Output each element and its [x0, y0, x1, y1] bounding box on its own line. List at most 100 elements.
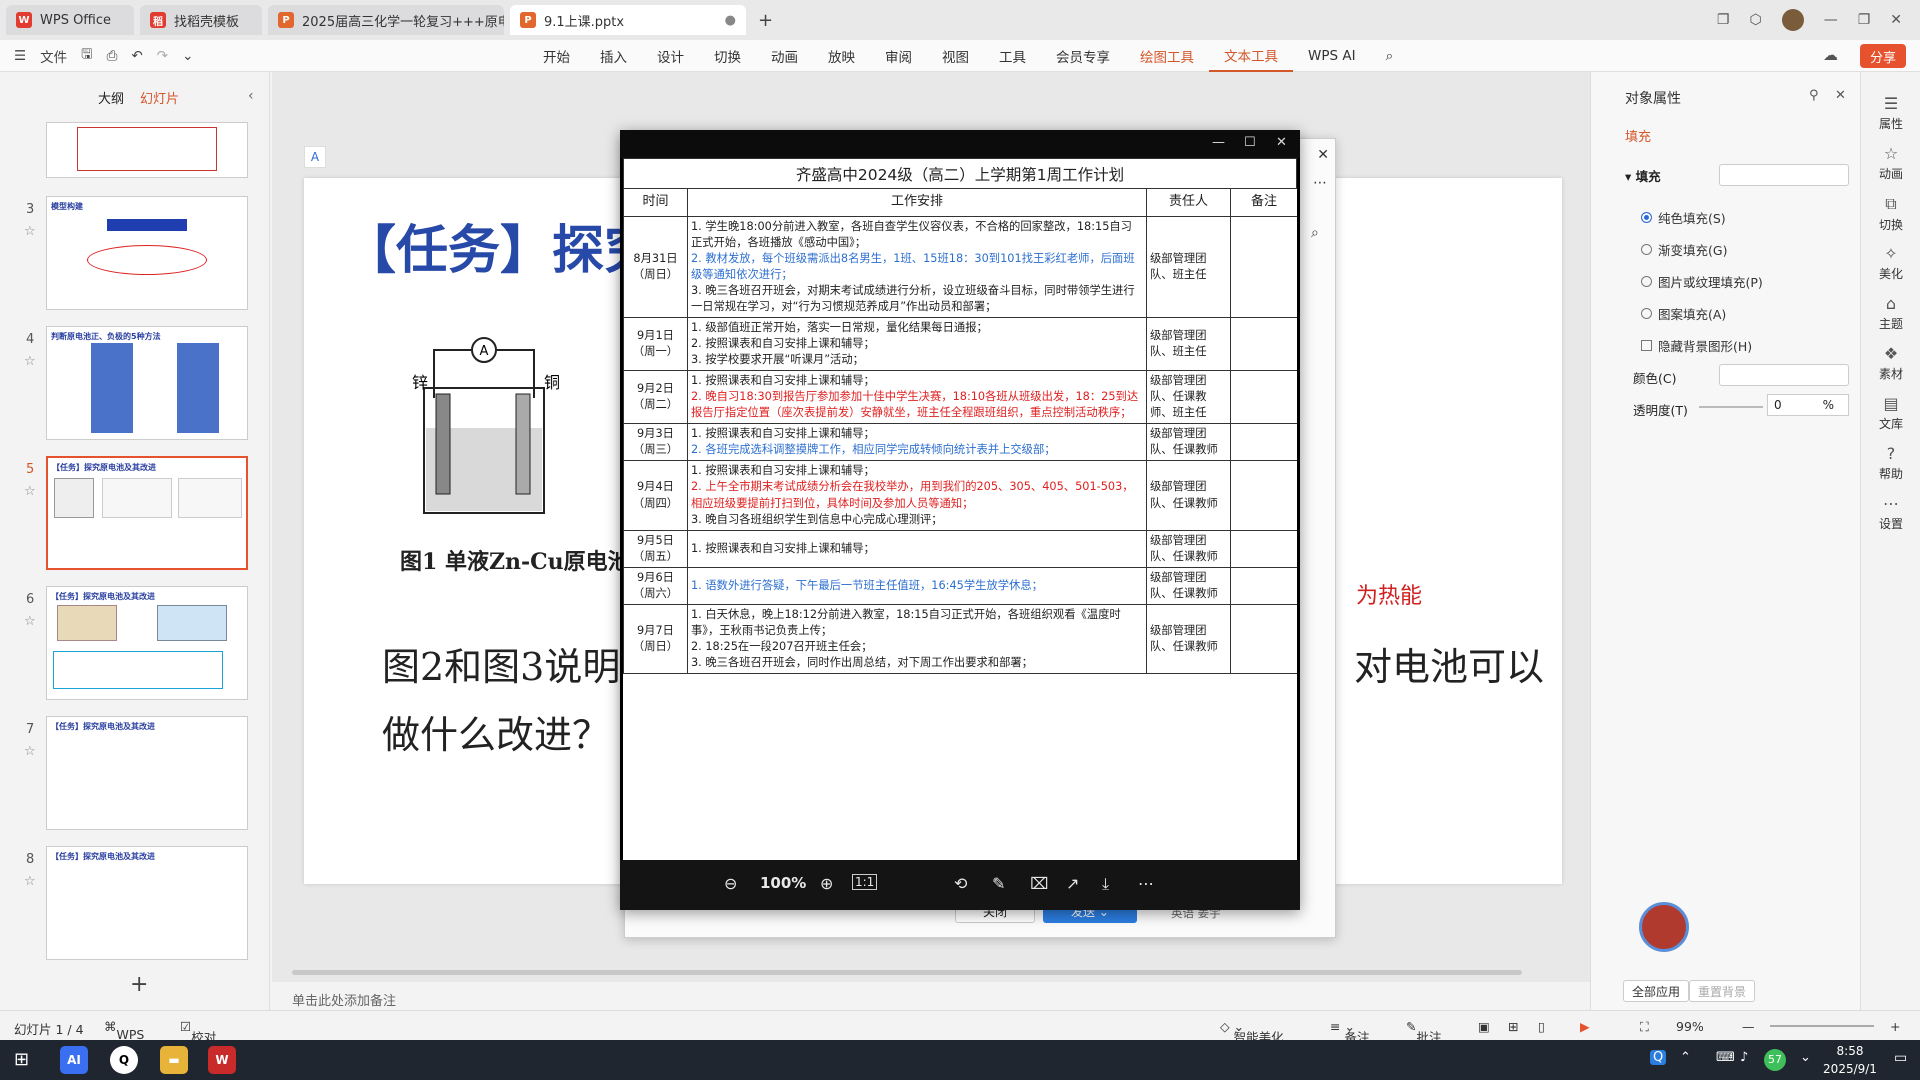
tab-wps-office[interactable]: W WPS Office: [6, 5, 134, 35]
dialog-search-icon[interactable]: ⌕: [1311, 225, 1319, 241]
search-icon[interactable]: ⌕: [1371, 40, 1409, 72]
more-icon[interactable]: ⋯: [1138, 874, 1154, 893]
file-menu[interactable]: 文件: [40, 46, 67, 66]
slide-thumb-3[interactable]: 3 ☆ 模型构建: [10, 196, 260, 310]
menu-wps-ai[interactable]: WPS AI: [1293, 40, 1371, 72]
solid-fill-option[interactable]: 纯色填充(S): [1641, 208, 1726, 227]
apply-all-button[interactable]: 全部应用: [1623, 980, 1690, 1002]
tab-outline[interactable]: 大纲: [98, 88, 124, 107]
collapse-icon[interactable]: ‹: [248, 88, 254, 104]
minimize-icon[interactable]: —: [1824, 12, 1838, 28]
tab-fill[interactable]: 填充: [1625, 126, 1651, 145]
notification-center-icon[interactable]: ▭: [1894, 1050, 1907, 1066]
actual-size-button[interactable]: 1:1: [852, 874, 878, 890]
pattern-fill-option[interactable]: 图案填充(A): [1641, 304, 1726, 323]
ai-assist-icon[interactable]: A: [304, 146, 326, 168]
smart-beautify-button[interactable]: ◇ 智能美化 ⌄: [1220, 1019, 1284, 1045]
cube-icon[interactable]: ⬡: [1749, 12, 1761, 28]
sidebar-item-help[interactable]: ? 帮助: [1861, 444, 1920, 482]
slide-thumb-8[interactable]: 8 ☆ 【任务】探究原电池及其改进: [10, 846, 260, 960]
add-slide-button[interactable]: +: [130, 972, 148, 997]
star-icon[interactable]: ☆: [24, 614, 36, 629]
slide-body-line1[interactable]: 图2和图3说明单: [382, 636, 658, 691]
redo-icon[interactable]: ↷: [157, 48, 168, 64]
menu-text-tools[interactable]: 文本工具: [1209, 40, 1293, 72]
theme-name[interactable]: ⌘ WPS: [104, 1019, 144, 1042]
undo-icon[interactable]: ↶: [131, 48, 142, 64]
cloud-icon[interactable]: ☁: [1823, 46, 1838, 64]
tab-chem-ppt[interactable]: P 2025届高三化学一轮复习+++原电池: [268, 5, 504, 35]
zoom-out-icon[interactable]: ⊖: [724, 874, 737, 893]
tab-close-icon[interactable]: ●: [725, 13, 736, 28]
tab-current-ppt[interactable]: P 9.1上课.pptx ●: [510, 5, 746, 35]
notification-badge[interactable]: 57: [1764, 1049, 1786, 1071]
qq-icon[interactable]: Q: [110, 1046, 138, 1074]
share-icon[interactable]: ↗: [1066, 874, 1079, 893]
rotate-icon[interactable]: ⟲: [954, 874, 967, 893]
layout-icon[interactable]: ❐: [1717, 12, 1730, 28]
gradient-fill-option[interactable]: 渐变填充(G): [1641, 240, 1727, 259]
menu-icon[interactable]: ☰: [14, 48, 26, 64]
fit-window-icon[interactable]: ⛶: [1640, 1019, 1649, 1035]
ai-app-icon[interactable]: AI: [60, 1046, 88, 1074]
slide-thumb-6[interactable]: 6 ☆ 【任务】探究原电池及其改进: [10, 586, 260, 700]
sidebar-item-beautify[interactable]: ✧ 美化: [1861, 244, 1920, 282]
comments-button[interactable]: ✎ 批注: [1406, 1019, 1442, 1045]
sidebar-item-library[interactable]: ▤ 文库: [1861, 394, 1920, 432]
figure-caption[interactable]: 图1 单液Zn-Cu原电池装: [400, 544, 652, 576]
menu-insert[interactable]: 插入: [585, 40, 642, 72]
sidebar-item-settings[interactable]: ⋯ 设置: [1861, 494, 1920, 532]
menu-view[interactable]: 视图: [927, 40, 984, 72]
tab-slides[interactable]: 幻灯片: [140, 88, 179, 107]
star-icon[interactable]: ☆: [24, 354, 36, 369]
network-icon[interactable]: ⌨: [1716, 1050, 1735, 1065]
zoom-in-icon[interactable]: ⊕: [820, 874, 833, 893]
menu-animation[interactable]: 动画: [756, 40, 813, 72]
sidebar-item-theme[interactable]: ⌂ 主题: [1861, 294, 1920, 332]
color-dropdown[interactable]: [1719, 364, 1849, 386]
sidebar-item-properties[interactable]: ☰ 属性: [1861, 94, 1920, 132]
viewer-minimize-icon[interactable]: —: [1212, 135, 1225, 150]
slide-thumb-2[interactable]: [10, 122, 260, 178]
restore-icon[interactable]: ❐: [1858, 12, 1871, 28]
zoom-slider[interactable]: [1770, 1025, 1874, 1027]
viewer-close-icon[interactable]: ✕: [1276, 135, 1287, 150]
star-icon[interactable]: ☆: [24, 744, 36, 759]
sidebar-item-materials[interactable]: ❖ 素材: [1861, 344, 1920, 382]
zoom-in-icon[interactable]: +: [1890, 1019, 1900, 1034]
tray-chevron-icon[interactable]: ⌃: [1680, 1050, 1691, 1065]
edit-icon[interactable]: ✎: [992, 874, 1005, 893]
hide-background-checkbox[interactable]: 隐藏背景图形(H): [1641, 336, 1752, 355]
volume-icon[interactable]: ♪: [1740, 1050, 1748, 1065]
menu-home[interactable]: 开始: [528, 40, 585, 72]
menu-drawing-tools[interactable]: 绘图工具: [1125, 40, 1209, 72]
wps-taskbar-icon[interactable]: W: [208, 1046, 236, 1074]
more-icon[interactable]: ⌄: [182, 48, 193, 64]
assistant-avatar[interactable]: [1639, 902, 1689, 952]
horizontal-scrollbar[interactable]: [292, 970, 1522, 975]
menu-review[interactable]: 审阅: [870, 40, 927, 72]
play-icon[interactable]: ▶: [1580, 1019, 1590, 1034]
menu-member[interactable]: 会员专享: [1041, 40, 1125, 72]
menu-design[interactable]: 设计: [642, 40, 699, 72]
fill-section-header[interactable]: ▾ 填充: [1625, 166, 1661, 185]
fill-dropdown[interactable]: [1719, 164, 1849, 186]
save-icon[interactable]: 🖫: [81, 44, 93, 67]
new-tab-icon[interactable]: +: [758, 10, 773, 31]
star-icon[interactable]: ☆: [24, 484, 36, 499]
avatar[interactable]: [1781, 9, 1804, 31]
transparency-slider[interactable]: [1699, 406, 1763, 408]
ocr-icon[interactable]: ⌧: [1030, 874, 1048, 893]
star-icon[interactable]: ☆: [24, 874, 36, 889]
file-explorer-icon[interactable]: ▬: [160, 1046, 188, 1074]
sidebar-item-animation[interactable]: ☆ 动画: [1861, 144, 1920, 182]
zoom-out-icon[interactable]: —: [1742, 1019, 1755, 1034]
normal-view-icon[interactable]: ▣: [1478, 1019, 1490, 1034]
star-icon[interactable]: ☆: [24, 224, 36, 239]
print-icon[interactable]: ⎙: [107, 48, 118, 64]
menu-transition[interactable]: 切换: [699, 40, 756, 72]
download-icon[interactable]: ⤓: [1102, 874, 1109, 894]
share-button[interactable]: 分享: [1859, 44, 1906, 68]
sidebar-item-transition[interactable]: ⧉ 切换: [1861, 194, 1920, 233]
windows-start-icon[interactable]: ⊞: [14, 1049, 29, 1070]
